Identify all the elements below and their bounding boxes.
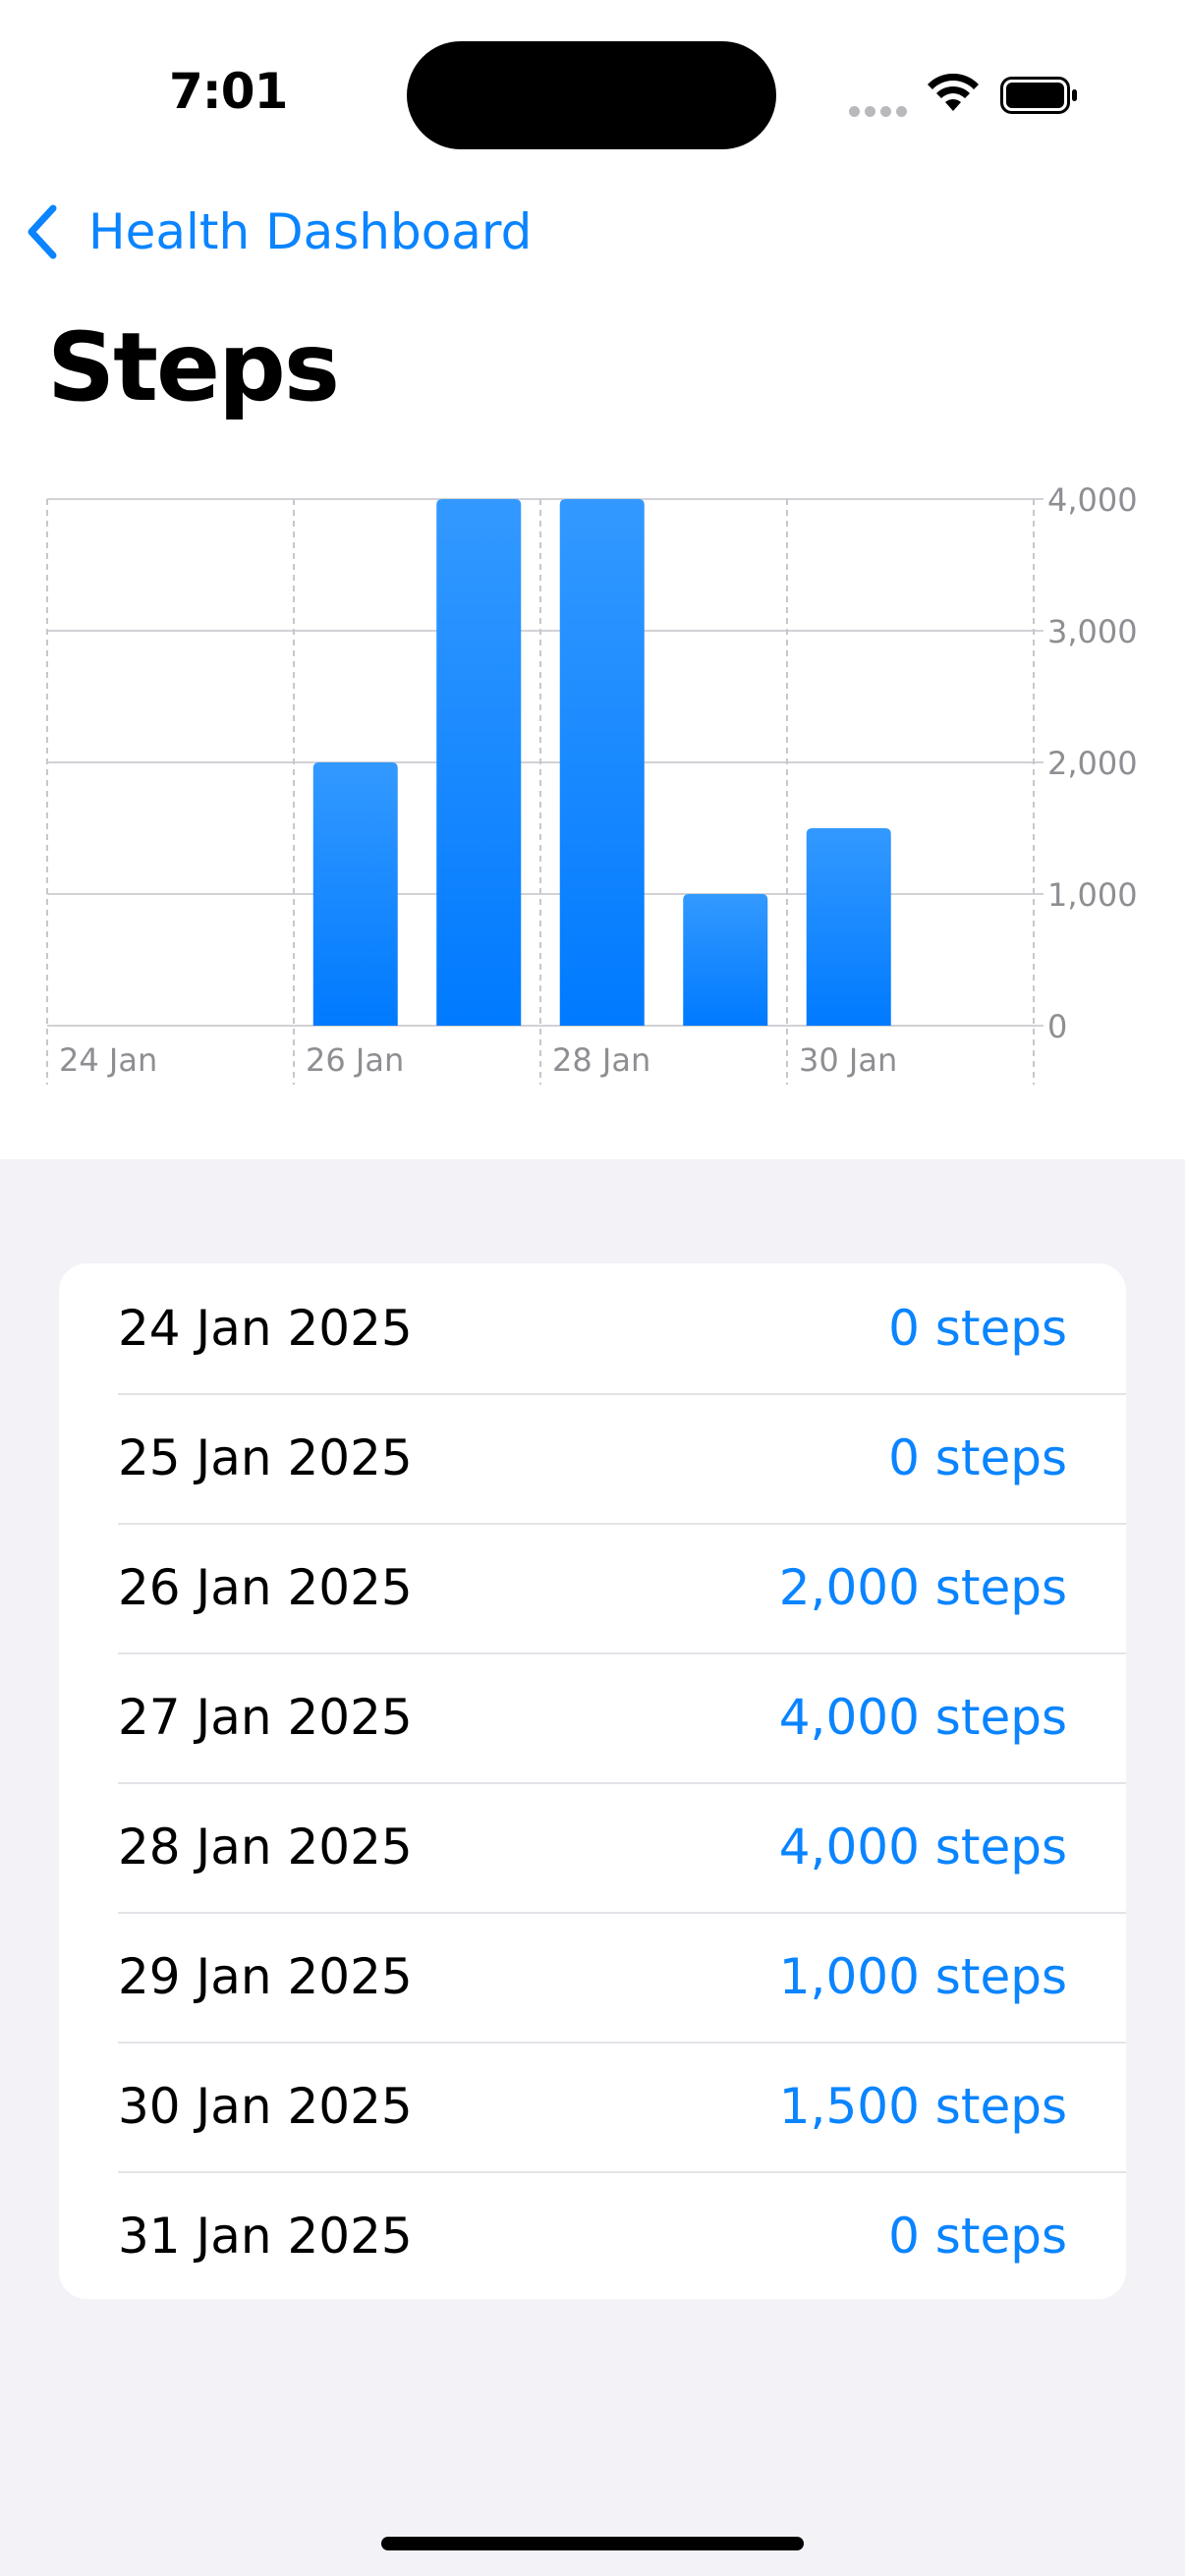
row-date: 25 Jan 2025 — [118, 1429, 413, 1486]
x-tick-label: 24 Jan — [59, 1041, 157, 1079]
cellular-signal-icon — [849, 104, 912, 122]
list-item: 30 Jan 2025 1,500 steps — [59, 2042, 1126, 2171]
dynamic-island — [407, 41, 776, 149]
x-tick-label: 30 Jan — [799, 1041, 897, 1079]
y-tick-label: 3,000 — [1047, 613, 1138, 650]
header-area: 7:01 Health Dashboard Steps 0 1,000 2,000 3… — [0, 0, 1185, 1159]
row-steps-value: 0 steps — [888, 1429, 1067, 1486]
row-steps-value: 4,000 steps — [778, 1819, 1067, 1876]
steps-bar-chart: 0 1,000 2,000 3,000 4,000 24 Jan 26 Jan 28 Jan 3… — [46, 481, 1138, 1085]
bar-30-jan — [806, 828, 891, 1026]
bar-28-jan — [559, 499, 645, 1026]
list-item: 24 Jan 2025 0 steps — [59, 1263, 1126, 1393]
list-item: 31 Jan 2025 0 steps — [59, 2171, 1126, 2299]
back-button-label: Health Dashboard — [88, 203, 533, 260]
list-item: 29 Jan 2025 1,000 steps — [59, 1912, 1126, 2042]
back-button[interactable]: Health Dashboard — [24, 196, 532, 267]
list-item: 25 Jan 2025 0 steps — [59, 1393, 1126, 1523]
bar-27-jan — [436, 499, 522, 1026]
home-indicator[interactable] — [381, 2537, 804, 2550]
bar-26-jan — [312, 762, 398, 1026]
steps-list: 24 Jan 2025 0 steps 25 Jan 2025 0 steps 26 J… — [59, 1263, 1126, 2299]
chevron-left-icon — [28, 204, 57, 259]
x-tick-label: 28 Jan — [552, 1041, 650, 1079]
list-item: 28 Jan 2025 4,000 steps — [59, 1782, 1126, 1912]
x-tick-label: 26 Jan — [306, 1041, 404, 1079]
row-steps-value: 0 steps — [888, 2208, 1067, 2265]
row-steps-value: 2,000 steps — [778, 1559, 1067, 1616]
row-steps-value: 1,500 steps — [778, 2078, 1067, 2135]
wifi-icon — [928, 74, 979, 111]
row-date: 26 Jan 2025 — [118, 1559, 413, 1616]
status-time: 7:01 — [169, 63, 288, 120]
row-date: 24 Jan 2025 — [118, 1300, 413, 1357]
y-tick-label: 2,000 — [1047, 745, 1138, 782]
list-item: 26 Jan 2025 2,000 steps — [59, 1523, 1126, 1652]
row-steps-value: 0 steps — [888, 1300, 1067, 1357]
y-tick-label: 4,000 — [1047, 481, 1138, 519]
page-title: Steps — [47, 312, 340, 422]
row-date: 27 Jan 2025 — [118, 1689, 413, 1746]
row-steps-value: 4,000 steps — [778, 1689, 1067, 1746]
y-tick-label: 0 — [1047, 1008, 1067, 1045]
bar-29-jan — [683, 894, 768, 1026]
row-steps-value: 1,000 steps — [778, 1948, 1067, 2005]
y-tick-label: 1,000 — [1047, 876, 1138, 914]
row-date: 29 Jan 2025 — [118, 1948, 413, 2005]
row-date: 28 Jan 2025 — [118, 1819, 413, 1876]
battery-icon — [1000, 77, 1077, 114]
list-item: 27 Jan 2025 4,000 steps — [59, 1652, 1126, 1782]
row-date: 31 Jan 2025 — [118, 2208, 413, 2265]
row-date: 30 Jan 2025 — [118, 2078, 413, 2135]
